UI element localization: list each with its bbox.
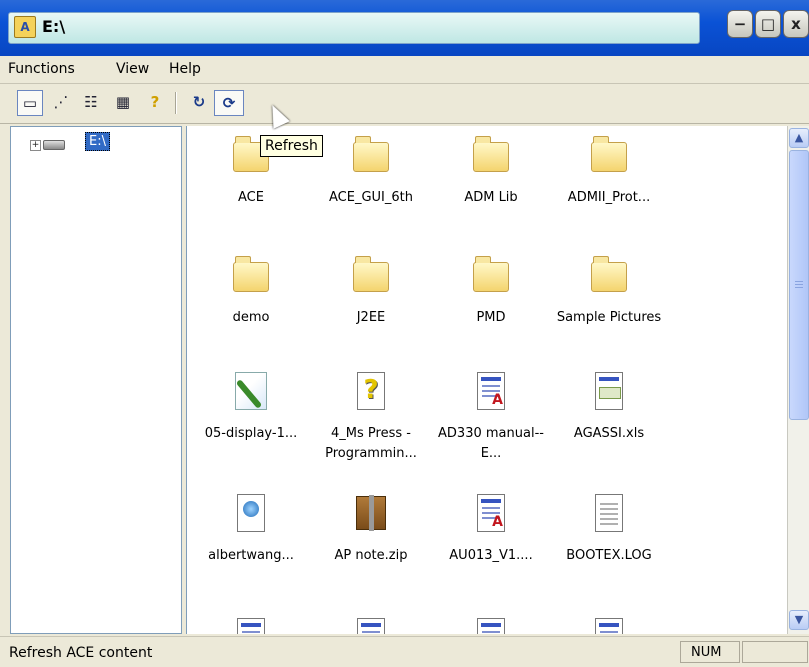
pdf-file-icon: A bbox=[473, 494, 509, 534]
file-list[interactable]: ACE ACE_GUI_6th ADM Lib ADMII_Prot...demo J2… bbox=[186, 126, 809, 634]
menu-help[interactable]: Help bbox=[169, 61, 201, 77]
small-icons-view-icon[interactable]: ⋰ bbox=[48, 90, 74, 116]
help-file-icon: ? bbox=[353, 372, 389, 412]
document-icon bbox=[591, 618, 627, 634]
file-name: ADM Lib bbox=[464, 190, 518, 205]
excel-file-icon bbox=[591, 372, 627, 412]
file-name: ADMII_Prot... bbox=[567, 190, 651, 205]
document-icon bbox=[233, 618, 269, 634]
maximize-button[interactable]: □ bbox=[755, 10, 781, 38]
title-bar[interactable]: A E:\ − □ x bbox=[0, 0, 809, 56]
file-item[interactable]: albertwang... bbox=[191, 494, 311, 566]
file-item[interactable]: BOOTEX.LOG bbox=[549, 494, 669, 566]
tree-item-drive[interactable]: E:\ bbox=[85, 132, 110, 151]
list-view-icon[interactable]: ☷ bbox=[78, 90, 104, 116]
file-item[interactable]: demo bbox=[191, 256, 311, 328]
close-button[interactable]: x bbox=[783, 10, 809, 38]
file-item[interactable]: ACE_GUI_6th bbox=[311, 136, 431, 208]
menu-view[interactable]: View bbox=[116, 61, 149, 77]
title-field bbox=[8, 12, 700, 44]
menu-functions[interactable]: Functions bbox=[8, 61, 75, 77]
tooltip: Refresh bbox=[260, 135, 323, 157]
folder-tree[interactable]: + E:\ bbox=[10, 126, 182, 634]
folder-icon bbox=[591, 136, 627, 176]
file-item[interactable]: AGASSI.xls bbox=[549, 372, 669, 444]
pdf-file-icon: A bbox=[353, 618, 389, 634]
zip-file-icon bbox=[353, 494, 389, 534]
folder-icon bbox=[473, 256, 509, 296]
file-item[interactable]: J2EE bbox=[311, 256, 431, 328]
pdf-file-icon: A bbox=[473, 372, 509, 412]
help-icon[interactable]: ? bbox=[142, 90, 168, 116]
pdf-file-icon: A bbox=[473, 618, 509, 634]
file-name: ACE bbox=[238, 190, 264, 205]
num-lock-indicator: NUM bbox=[680, 641, 740, 663]
file-item[interactable]: Sample Pictures bbox=[549, 256, 669, 328]
menu-bar: Functions View Help bbox=[0, 56, 809, 84]
refresh-icon[interactable]: ⟳ bbox=[214, 90, 244, 116]
file-name: 4_Ms Press - Programmin... bbox=[325, 426, 417, 461]
file-name: BOOTEX.LOG bbox=[566, 548, 652, 563]
file-item[interactable] bbox=[191, 618, 311, 634]
file-name: AP note.zip bbox=[334, 548, 408, 563]
toolbar: ▭ ⋰ ☷ ▦ ? ↻ ⟳ bbox=[0, 84, 809, 124]
file-name: PMD bbox=[476, 310, 506, 325]
window-title: E:\ bbox=[42, 17, 66, 36]
file-item[interactable]: PMD bbox=[431, 256, 551, 328]
file-item[interactable] bbox=[549, 618, 669, 634]
minimize-button[interactable]: − bbox=[727, 10, 753, 38]
file-name: Sample Pictures bbox=[556, 310, 662, 325]
folder-icon bbox=[353, 136, 389, 176]
file-item[interactable]: ? 4_Ms Press - Programmin... bbox=[311, 372, 431, 464]
details-view-icon[interactable]: ▦ bbox=[110, 90, 136, 116]
file-name: AGASSI.xls bbox=[573, 426, 645, 441]
reload-icon[interactable]: ↻ bbox=[186, 90, 212, 116]
scroll-down-button[interactable]: ▼ bbox=[789, 610, 809, 630]
folder-icon bbox=[233, 256, 269, 296]
text-file-icon bbox=[591, 494, 627, 534]
drive-icon bbox=[43, 140, 65, 150]
folder-icon bbox=[353, 256, 389, 296]
file-name: 05-display-1... bbox=[204, 426, 298, 441]
num-lock-text: NUM bbox=[691, 645, 722, 660]
file-item[interactable]: ADM Lib bbox=[431, 136, 551, 208]
status-bar: Refresh ACE content NUM bbox=[0, 636, 809, 667]
file-name: AD330 manual--E... bbox=[438, 426, 544, 461]
file-name: J2EE bbox=[356, 310, 386, 325]
file-name: ACE_GUI_6th bbox=[329, 190, 413, 205]
scroll-thumb[interactable] bbox=[789, 150, 809, 420]
toolbar-separator bbox=[175, 92, 177, 114]
image-file-icon bbox=[233, 372, 269, 412]
folder-icon bbox=[591, 256, 627, 296]
folder-icon bbox=[473, 136, 509, 176]
file-item[interactable]: A AD330 manual--E... bbox=[431, 372, 551, 464]
scroll-up-button[interactable]: ▲ bbox=[789, 128, 809, 148]
file-item[interactable]: 05-display-1... bbox=[191, 372, 311, 444]
vertical-scrollbar[interactable]: ▲ ▼ bbox=[787, 126, 809, 634]
expand-icon[interactable]: + bbox=[30, 140, 41, 151]
file-name: AU013_V1.... bbox=[449, 548, 533, 563]
file-item[interactable]: A AU013_V1.... bbox=[431, 494, 551, 566]
file-item[interactable]: AP note.zip bbox=[311, 494, 431, 566]
scroll-grip bbox=[795, 281, 803, 289]
status-text: Refresh ACE content bbox=[9, 645, 153, 661]
large-icons-view-icon[interactable]: ▭ bbox=[17, 90, 43, 116]
file-name: albertwang... bbox=[208, 548, 294, 563]
html-file-icon bbox=[233, 494, 269, 534]
status-cell-empty bbox=[742, 641, 808, 663]
file-item[interactable]: ADMII_Prot... bbox=[549, 136, 669, 208]
file-item[interactable]: A bbox=[431, 618, 551, 634]
file-name: demo bbox=[232, 310, 270, 325]
app-icon[interactable]: A bbox=[14, 16, 36, 38]
file-item[interactable]: A bbox=[311, 618, 431, 634]
